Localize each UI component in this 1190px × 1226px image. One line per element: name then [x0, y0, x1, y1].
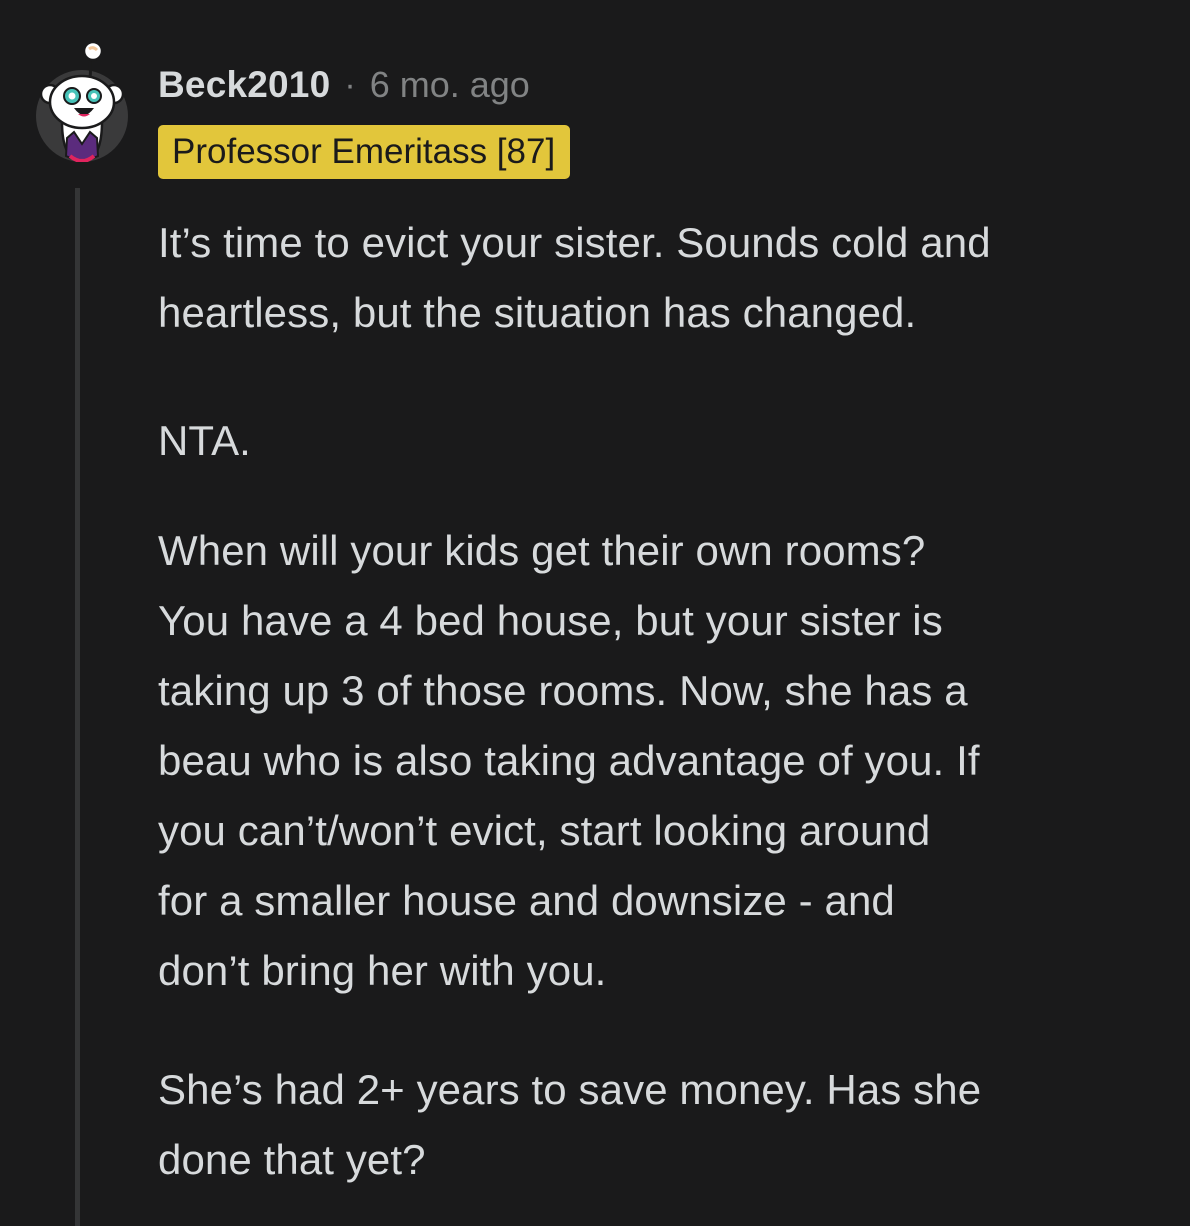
- text-line: beau who is also taking advantage of you…: [158, 737, 980, 784]
- text-line: taking up 3 of those rooms. Now, she has…: [158, 667, 968, 714]
- paragraph: NTA.: [158, 406, 251, 476]
- user-flair: Professor Emeritass [87]: [158, 125, 571, 179]
- thread-collapse-line[interactable]: [75, 188, 80, 1226]
- text-line: When will your kids get their own rooms?: [158, 527, 926, 574]
- text-line: you can’t/won’t evict, start looking aro…: [158, 807, 931, 854]
- text-line: done that yet?: [158, 1136, 426, 1183]
- text-line: don’t bring her with you.: [158, 947, 607, 994]
- timestamp[interactable]: 6 mo. ago: [370, 64, 530, 106]
- text-line: for a smaller house and downsize - and: [158, 877, 895, 924]
- text-line: She’s had 2+ years to save money. Has sh…: [158, 1066, 982, 1113]
- text-line: It’s time to evict your sister. Sounds c…: [158, 219, 991, 266]
- snoo-avatar-icon: [36, 40, 128, 164]
- paragraph: She’s had 2+ years to save money. Has sh…: [158, 1055, 981, 1195]
- separator-dot: ·: [344, 65, 356, 104]
- comment: Beck2010 · 6 mo. ago Professor Emeritass…: [0, 0, 1190, 1226]
- comment-header: Beck2010 · 6 mo. ago: [158, 62, 530, 108]
- text-line: heartless, but the situation has changed…: [158, 289, 917, 336]
- paragraph: When will your kids get their own rooms?…: [158, 516, 980, 1006]
- paragraph: It’s time to evict your sister. Sounds c…: [158, 208, 991, 348]
- text-line: You have a 4 bed house, but your sister …: [158, 597, 943, 644]
- text-line: NTA.: [158, 417, 251, 464]
- user-avatar[interactable]: [34, 38, 130, 164]
- username-link[interactable]: Beck2010: [158, 64, 330, 106]
